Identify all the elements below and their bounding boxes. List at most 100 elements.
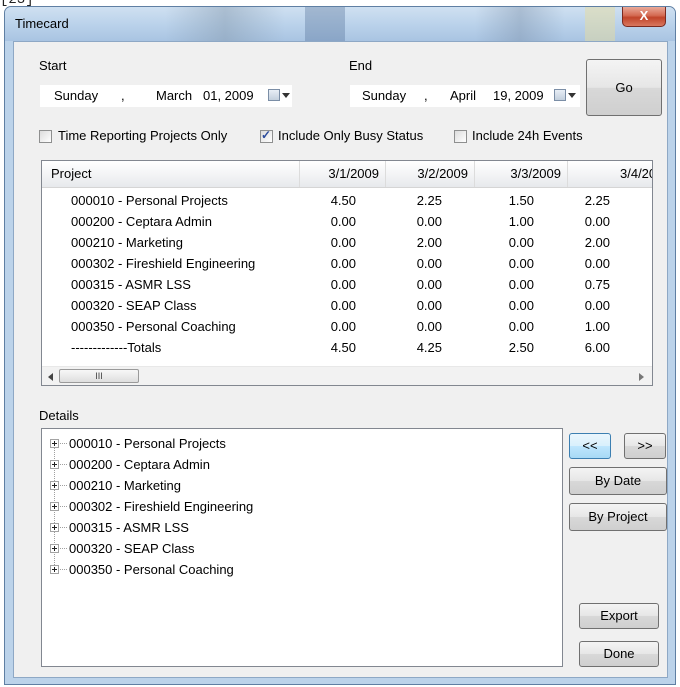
title-bar-glass-blur: [585, 7, 615, 41]
busy-status-label[interactable]: Include Only Busy Status: [278, 128, 423, 143]
table-row[interactable]: 000320 - SEAP Class 0.00 0.00 0.00 0.00: [42, 296, 652, 316]
expand-plus-icon[interactable]: [50, 460, 59, 469]
chevron-down-icon: [282, 93, 290, 98]
expand-plus-icon[interactable]: [50, 544, 59, 553]
hours-cell: 0.00: [330, 256, 356, 271]
tree-item-label: 000210 - Marketing: [69, 478, 182, 493]
go-button[interactable]: Go: [586, 59, 662, 116]
horizontal-scrollbar[interactable]: III: [42, 366, 652, 385]
title-bar[interactable]: Timecard X: [5, 7, 675, 41]
tree-item-label: 000315 - ASMR LSS: [69, 520, 189, 535]
timecard-window: Timecard X Start End Sunday , March 01, …: [4, 6, 676, 685]
include-24h-label[interactable]: Include 24h Events: [472, 128, 583, 143]
tree-item-label: 000302 - Fireshield Engineering: [69, 499, 254, 514]
tree-item[interactable]: 000010 - Personal Projects: [50, 433, 550, 453]
include-24h-checkbox[interactable]: [454, 130, 467, 143]
hours-cell: 2.00: [584, 235, 610, 250]
title-bar-glass-blur: [475, 7, 565, 41]
hours-cell: 4.50: [330, 193, 356, 208]
tree-item[interactable]: 000320 - SEAP Class: [50, 538, 550, 558]
end-date-picker[interactable]: Sunday , April 19, 2009: [349, 84, 581, 108]
table-row[interactable]: 000315 - ASMR LSS 0.00 0.00 0.00 0.75: [42, 275, 652, 295]
hours-cell: 0.00: [584, 214, 610, 229]
start-date-picker[interactable]: Sunday , March 01, 2009: [39, 84, 293, 108]
expand-plus-icon[interactable]: [50, 565, 59, 574]
table-row[interactable]: -------------Totals 4.50 4.25 2.50 6.00: [42, 338, 652, 358]
project-grid[interactable]: Project 3/1/2009 3/2/2009 3/3/2009 3/4/2…: [41, 160, 653, 386]
hours-cell: 0.00: [330, 298, 356, 313]
column-header-day[interactable]: 3/4/20: [568, 161, 652, 187]
project-name-cell: 000315 - ASMR LSS: [71, 277, 191, 292]
start-date: 01, 2009: [203, 88, 254, 103]
start-month: March: [156, 88, 193, 103]
tree-connector-line: [60, 569, 67, 570]
tree-item[interactable]: 000200 - Ceptara Admin: [50, 454, 550, 474]
project-name-cell: 000010 - Personal Projects: [71, 193, 228, 208]
table-row[interactable]: 000302 - Fireshield Engineering 0.00 0.00 0…: [42, 254, 652, 274]
project-name-cell: 000320 - SEAP Class: [71, 298, 197, 313]
table-row[interactable]: 000350 - Personal Coaching 0.00 0.00 0.00 1.…: [42, 317, 652, 337]
hours-cell: 6.00: [584, 340, 610, 355]
tree-item-label: 000350 - Personal Coaching: [69, 562, 234, 577]
scroll-right-icon[interactable]: [639, 373, 644, 381]
tree-item-label: 000010 - Personal Projects: [69, 436, 226, 451]
end-month: April: [450, 88, 477, 103]
hours-cell: 1.00: [584, 319, 610, 334]
end-sep: ,: [424, 88, 428, 103]
end-calendar-dropdown[interactable]: [553, 88, 576, 104]
expand-plus-icon[interactable]: [50, 523, 59, 532]
grid-header: Project 3/1/2009 3/2/2009 3/3/2009 3/4/2…: [42, 161, 652, 188]
details-tree[interactable]: 000010 - Personal Projects 000200 - Cepta…: [41, 428, 563, 667]
by-date-button[interactable]: By Date: [569, 467, 667, 495]
tree-connector-line: [60, 485, 67, 486]
hours-cell: 4.50: [330, 340, 356, 355]
hours-cell: 0.00: [508, 319, 534, 334]
tree-item[interactable]: 000302 - Fireshield Engineering: [50, 496, 550, 516]
tree-connector-line: [60, 527, 67, 528]
table-row[interactable]: 000200 - Ceptara Admin 0.00 0.00 1.00 0.00: [42, 212, 652, 232]
project-name-cell: 000200 - Ceptara Admin: [71, 214, 212, 229]
time-reporting-label[interactable]: Time Reporting Projects Only: [58, 128, 227, 143]
tree-item-label: 000320 - SEAP Class: [69, 541, 195, 556]
table-row[interactable]: 000210 - Marketing 0.00 2.00 0.00 2.00: [42, 233, 652, 253]
done-button[interactable]: Done: [579, 641, 659, 667]
start-sep: ,: [121, 88, 125, 103]
column-header-day[interactable]: 3/1/2009: [300, 161, 386, 187]
hours-cell: 0.00: [416, 319, 442, 334]
start-calendar-dropdown[interactable]: [267, 88, 290, 104]
hours-cell: 0.00: [416, 277, 442, 292]
hours-cell: 0.00: [330, 214, 356, 229]
hours-cell: 2.25: [584, 193, 610, 208]
table-row[interactable]: 000010 - Personal Projects 4.50 2.25 1.50 2.…: [42, 191, 652, 211]
scroll-thumb[interactable]: III: [59, 369, 139, 383]
tree-item[interactable]: 000315 - ASMR LSS: [50, 517, 550, 537]
expand-plus-icon[interactable]: [50, 502, 59, 511]
tree-connector-line: [60, 548, 67, 549]
hours-cell: 0.00: [584, 298, 610, 313]
calendar-icon: [554, 89, 566, 101]
column-header-project[interactable]: Project: [42, 161, 300, 187]
by-project-button[interactable]: By Project: [569, 503, 667, 531]
scroll-left-icon[interactable]: [48, 373, 53, 381]
hours-cell: 4.25: [416, 340, 442, 355]
close-button[interactable]: X: [622, 7, 666, 27]
hours-cell: 0.00: [330, 319, 356, 334]
expand-plus-icon[interactable]: [50, 439, 59, 448]
start-label: Start: [39, 58, 67, 73]
next-button[interactable]: >>: [624, 433, 666, 459]
column-header-day[interactable]: 3/2/2009: [386, 161, 475, 187]
end-day: Sunday: [362, 88, 407, 103]
hours-cell: 0.00: [508, 298, 534, 313]
previous-button[interactable]: <<: [569, 433, 611, 459]
tree-item[interactable]: 000210 - Marketing: [50, 475, 550, 495]
project-name-cell: -------------Totals: [71, 340, 162, 355]
time-reporting-checkbox[interactable]: [39, 130, 52, 143]
hours-cell: 0.00: [508, 235, 534, 250]
hours-cell: 0.00: [330, 235, 356, 250]
busy-status-checkbox[interactable]: [260, 128, 273, 143]
expand-plus-icon[interactable]: [50, 481, 59, 490]
column-header-day[interactable]: 3/3/2009: [475, 161, 568, 187]
tree-item[interactable]: 000350 - Personal Coaching: [50, 559, 550, 579]
export-button[interactable]: Export: [579, 603, 659, 629]
hours-cell: 0.00: [416, 214, 442, 229]
